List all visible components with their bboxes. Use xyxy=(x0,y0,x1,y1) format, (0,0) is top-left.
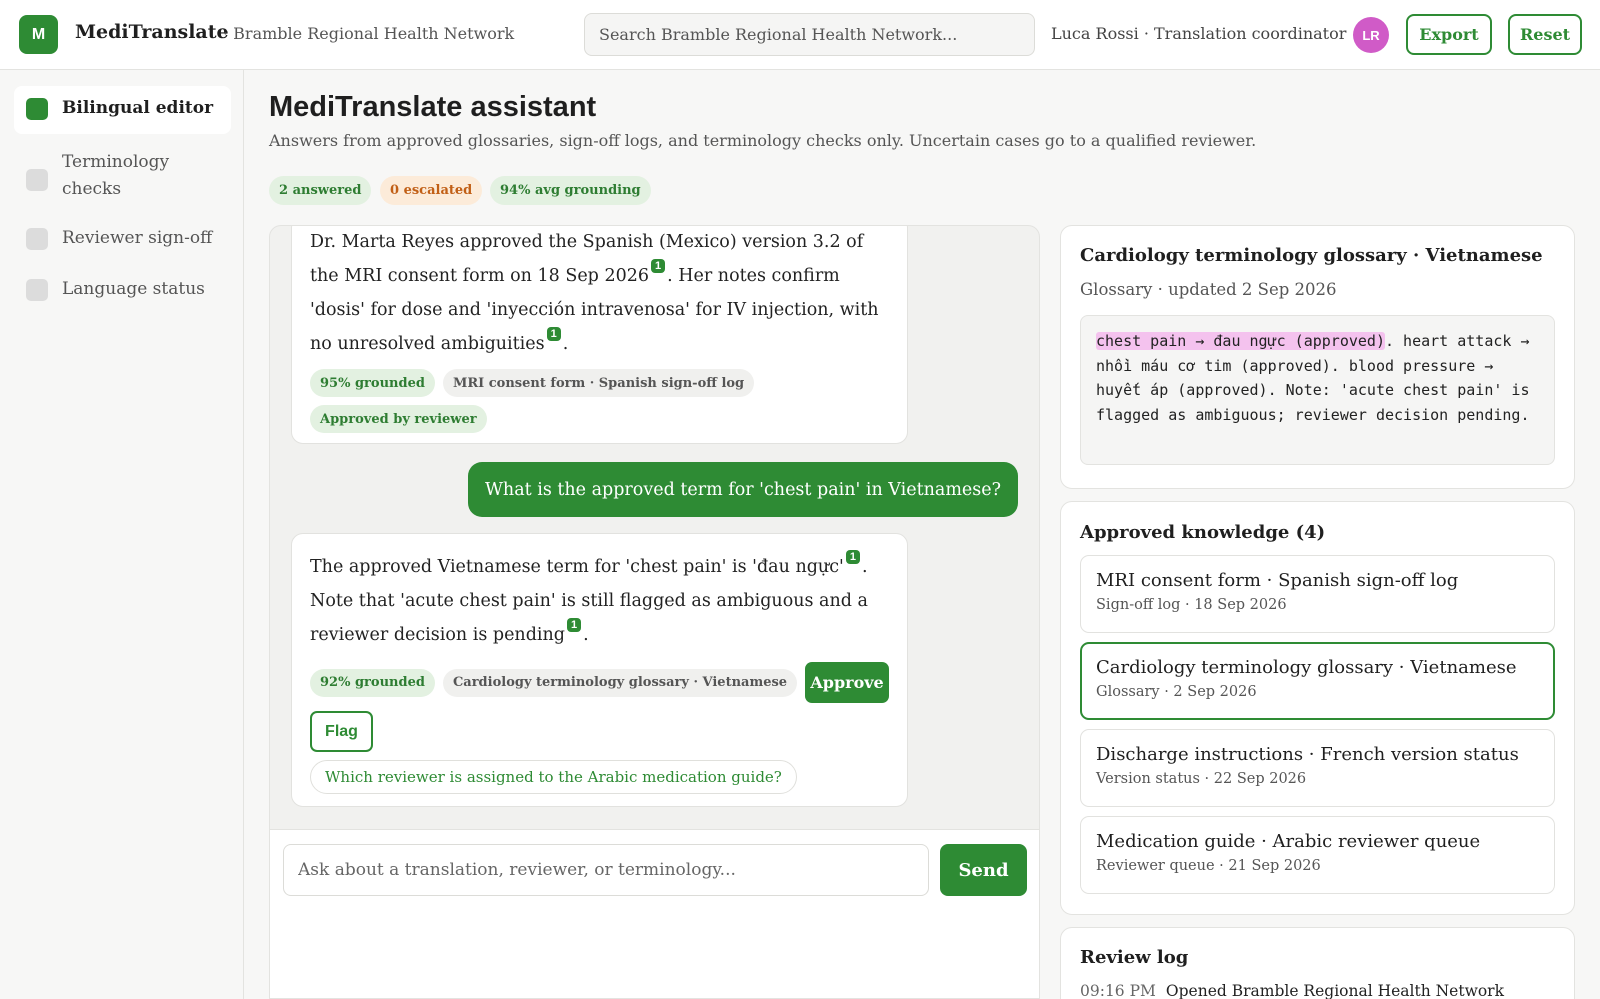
answered-count-badge: 2 answered xyxy=(269,176,372,205)
export-button[interactable]: Export xyxy=(1406,14,1492,55)
knowledge-item-meta: Reviewer queue · 21 Sep 2026 xyxy=(1096,858,1321,874)
knowledge-item-title: Cardiology terminology glossary · Vietna… xyxy=(1096,657,1517,678)
citation-badge[interactable]: 1 xyxy=(566,618,582,632)
sidebar-item-bilingual-editor[interactable]: Bilingual editor xyxy=(14,86,231,134)
avatar[interactable]: LR xyxy=(1353,17,1389,53)
composer: Send xyxy=(270,829,1039,998)
sidebar-item-label: Terminology checks xyxy=(62,152,170,199)
glossary-subtitle: Glossary · updated 2 Sep 2026 xyxy=(1080,280,1337,299)
nav-square-icon xyxy=(26,169,48,191)
source-tag[interactable]: Cardiology terminology glossary · Vietna… xyxy=(442,668,798,697)
escalated-count-badge: 0 escalated xyxy=(380,176,483,205)
nav-square-icon xyxy=(26,279,48,301)
send-button[interactable]: Send xyxy=(940,844,1027,896)
reset-button[interactable]: Reset xyxy=(1508,14,1582,55)
user-label: Luca Rossi · Translation coordinator xyxy=(1051,24,1347,43)
glossary-preview-card: Cardiology terminology glossary · Vietna… xyxy=(1060,225,1575,489)
org-name: · Bramble Regional Health Network xyxy=(223,24,515,43)
review-log-title: Review log xyxy=(1080,947,1189,968)
approved-knowledge-panel: Approved knowledge (4) MRI consent form … xyxy=(1060,501,1575,915)
knowledge-item-title: MRI consent form · Spanish sign-off log xyxy=(1096,570,1459,591)
message-text: The approved Vietnamese term for 'chest … xyxy=(310,550,868,645)
citation-badge[interactable]: 1 xyxy=(845,550,860,564)
citation-badge[interactable]: 1 xyxy=(651,259,666,273)
sidebar-item-reviewer-sign-off[interactable]: Reviewer sign-off xyxy=(14,216,231,264)
grounded-badge: 92% grounded xyxy=(310,668,435,697)
message-input[interactable] xyxy=(283,844,929,896)
log-text: Opened Bramble Regional Health Network xyxy=(1165,982,1504,999)
approved-status-badge: Approved by reviewer xyxy=(310,405,487,433)
log-time: 09:16 PM xyxy=(1080,982,1156,999)
nav-square-icon xyxy=(26,228,48,250)
suggested-question-chip[interactable]: Which reviewer is assigned to the Arabic… xyxy=(310,760,797,794)
knowledge-item[interactable]: Medication guide · Arabic reviewer queue… xyxy=(1080,816,1555,894)
message-text: Dr. Marta Reyes approved the Spanish (Me… xyxy=(310,232,879,354)
flag-button[interactable]: Flag xyxy=(310,711,373,752)
grounding-badge: 94% avg grounding xyxy=(490,176,651,205)
app-name: MediTranslate xyxy=(75,21,229,43)
user-message: What is the approved term for 'chest pai… xyxy=(467,462,1018,517)
knowledge-item-title: Discharge instructions · French version … xyxy=(1096,744,1519,765)
sidebar-item-label: Language status xyxy=(62,279,205,299)
assistant-message: Dr. Marta Reyes approved the Spanish (Me… xyxy=(291,226,908,444)
review-log-panel: Review log 09:16 PM Opened Bramble Region… xyxy=(1060,927,1575,999)
knowledge-item-meta: Version status · 22 Sep 2026 xyxy=(1096,771,1307,787)
glossary-excerpt: chest pain → đau ngực (approved). heart … xyxy=(1080,315,1555,465)
knowledge-item-meta: Sign-off log · 18 Sep 2026 xyxy=(1096,597,1287,613)
sidebar-item-language-status[interactable]: Language status xyxy=(14,267,231,315)
sidebar-item-label: Bilingual editor xyxy=(62,98,214,118)
assistant-message: The approved Vietnamese term for 'chest … xyxy=(291,533,908,807)
search-input[interactable] xyxy=(584,13,1035,56)
app-logo[interactable]: M xyxy=(19,15,58,54)
knowledge-item-title: Medication guide · Arabic reviewer queue xyxy=(1096,831,1481,852)
top-bar: M MediTranslate · Bramble Regional Healt… xyxy=(0,0,1600,70)
sidebar-item-label: Reviewer sign-off xyxy=(62,228,213,248)
page-subtitle: Answers from approved glossaries, sign-o… xyxy=(269,131,1257,150)
approved-knowledge-title: Approved knowledge (4) xyxy=(1080,522,1326,543)
grounded-badge: 95% grounded xyxy=(310,369,435,397)
knowledge-item-meta: Glossary · 2 Sep 2026 xyxy=(1096,684,1257,700)
sidebar: Bilingual editor Terminology checks Revi… xyxy=(0,70,244,999)
highlighted-term: chest pain → đau ngực (approved) xyxy=(1096,332,1385,350)
glossary-title: Cardiology terminology glossary · Vietna… xyxy=(1080,245,1543,266)
page-title: MediTranslate assistant xyxy=(269,91,597,123)
nav-square-icon xyxy=(26,98,48,120)
knowledge-item[interactable]: Cardiology terminology glossary · Vietna… xyxy=(1080,642,1555,720)
knowledge-item[interactable]: MRI consent form · Spanish sign-off log … xyxy=(1080,555,1555,633)
chat-panel: Dr. Marta Reyes approved the Spanish (Me… xyxy=(269,225,1040,999)
citation-badge[interactable]: 1 xyxy=(546,327,561,341)
sidebar-item-terminology-checks[interactable]: Terminology checks xyxy=(14,140,231,204)
knowledge-item[interactable]: Discharge instructions · French version … xyxy=(1080,729,1555,807)
review-log-entry: 09:16 PM Opened Bramble Regional Health N… xyxy=(1080,982,1504,999)
approve-button[interactable]: Approve xyxy=(805,662,889,703)
source-tag[interactable]: MRI consent form · Spanish sign-off log xyxy=(442,369,755,397)
